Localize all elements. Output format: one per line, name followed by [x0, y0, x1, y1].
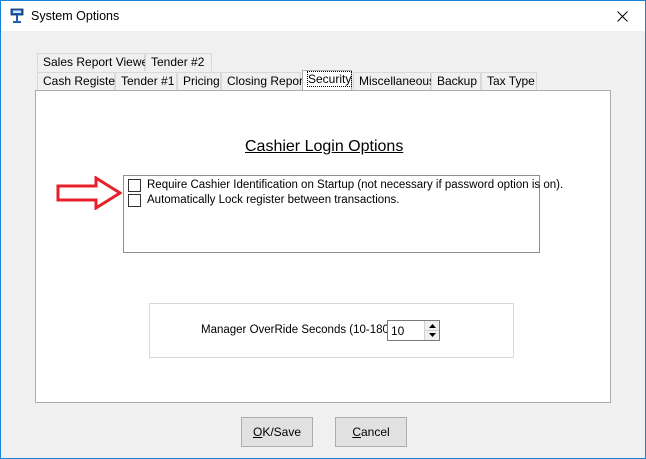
system-options-window: System Options Sales Report Viewer Tende… — [0, 0, 646, 459]
tab-label: Sales Report Viewer — [43, 55, 153, 69]
tab-backup[interactable]: Backup — [431, 72, 481, 90]
tab-label: Backup — [437, 74, 478, 88]
cashier-login-options-group: Require Cashier Identification on Startu… — [123, 175, 563, 253]
triangle-up-icon — [428, 323, 436, 328]
tab-label: Tender #2 — [151, 55, 205, 69]
option-label: Automatically Lock register between tran… — [147, 194, 400, 206]
tab-label: Tender #1 — [121, 74, 175, 88]
triangle-down-icon — [428, 332, 436, 337]
option-label: Require Cashier Identification on Startu… — [147, 179, 564, 191]
tab-label: Security — [306, 71, 353, 87]
tab-label: Pricing — [183, 74, 220, 88]
section-title: Cashier Login Options — [245, 138, 404, 155]
ok-mnemonic: O — [252, 425, 263, 439]
tab-label: Cash Register — [43, 74, 120, 88]
override-seconds-stepper[interactable]: 10 — [387, 320, 440, 341]
stepper-buttons — [424, 321, 439, 340]
tab-cash-register[interactable]: Cash Register — [37, 72, 119, 90]
auto-lock-checkbox[interactable] — [128, 193, 141, 207]
cancel-button[interactable]: Cancel — [335, 417, 407, 447]
override-label: Manager OverRide Seconds (10-180): — [201, 324, 396, 336]
tab-label: Tax Type — [487, 74, 535, 88]
require-cashier-id-checkbox[interactable] — [128, 178, 141, 192]
auto-lock-option[interactable]: Automatically Lock register between tran… — [128, 193, 399, 207]
stepper-down-button[interactable] — [425, 330, 439, 339]
cancel-mnemonic: C — [352, 425, 361, 439]
tab-closing-report[interactable]: Closing Report — [221, 72, 306, 90]
cancel-label: ancel — [360, 425, 390, 439]
ok-label: K/Save — [262, 425, 302, 439]
tab-tender-2[interactable]: Tender #2 — [145, 53, 212, 71]
require-cashier-id-option[interactable]: Require Cashier Identification on Startu… — [128, 178, 563, 192]
register-icon — [10, 8, 24, 23]
override-seconds-value[interactable]: 10 — [391, 324, 404, 338]
tab-label: Closing Report — [227, 74, 307, 88]
tab-tax-type[interactable]: Tax Type — [481, 72, 537, 90]
tab-miscellaneous[interactable]: Miscellaneous — [353, 72, 435, 90]
tab-tender-1[interactable]: Tender #1 — [115, 72, 177, 90]
ok-save-button[interactable]: O K/Save — [241, 417, 313, 447]
close-icon — [616, 10, 628, 22]
tab-sales-report-viewer[interactable]: Sales Report Viewer — [37, 53, 152, 71]
close-button[interactable] — [599, 1, 645, 31]
tab-pricing[interactable]: Pricing — [177, 72, 221, 90]
window-title: System Options — [31, 9, 120, 23]
tab-security[interactable]: Security — [302, 70, 353, 90]
security-tab-panel: Cashier Login Options Require Cashier Id… — [35, 90, 611, 403]
title-bar: System Options — [1, 1, 645, 31]
tab-label: Miscellaneous — [359, 74, 436, 88]
red-arrow-annotation — [56, 176, 122, 210]
manager-override-group: Manager OverRide Seconds (10-180): 10 — [149, 303, 514, 358]
